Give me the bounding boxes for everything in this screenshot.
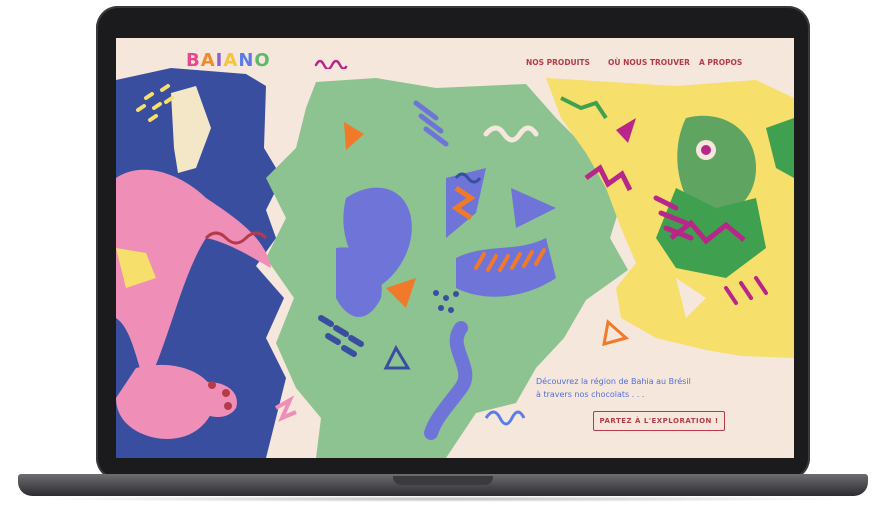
laptop-notch <box>393 476 493 485</box>
explore-button[interactable]: PARTEZ À L'EXPLORATION ! <box>593 411 725 431</box>
nav-item-a-propos[interactable]: A PROPOS <box>699 58 742 67</box>
logo-letter: B <box>186 50 201 71</box>
brand-logo[interactable]: BAIANO <box>186 50 271 71</box>
squiggle-icon <box>314 59 348 69</box>
laptop-shadow <box>30 496 856 502</box>
nav-item-trouver[interactable]: OÙ NOUS TROUVER <box>608 58 690 67</box>
logo-letter: O <box>254 50 271 71</box>
logo-letter: N <box>238 50 255 71</box>
tagline-line-1: Découvrez la région de Bahia au Brésil <box>536 377 691 386</box>
website-screen: BAIANO NOS PRODUITS OÙ NOUS TROUVER A PR… <box>116 38 794 458</box>
tagline-line-2: à travers nos chocolats . . . <box>536 390 645 399</box>
hero-tagline: Découvrez la région de Bahia au Brésil à… <box>536 375 756 401</box>
nav-item-produits[interactable]: NOS PRODUITS <box>526 58 590 67</box>
logo-letter: I <box>215 50 224 71</box>
laptop-mockup: BAIANO NOS PRODUITS OÙ NOUS TROUVER A PR… <box>0 0 886 505</box>
orange-outline-triangle <box>602 319 630 347</box>
logo-letter: A <box>200 50 216 71</box>
logo-letter: A <box>223 50 239 71</box>
